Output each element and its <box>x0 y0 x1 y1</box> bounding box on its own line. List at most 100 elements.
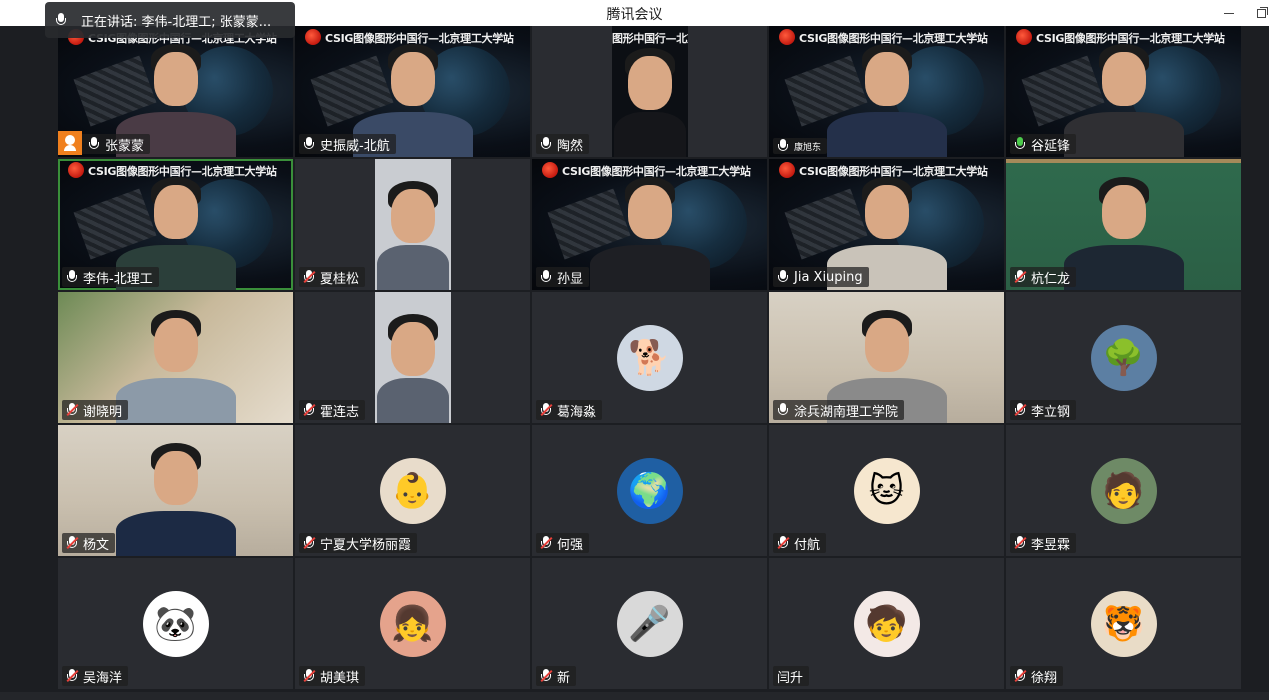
participant-name: 闫升 <box>777 670 804 686</box>
bottom-strip <box>0 692 1269 700</box>
kid-icon: 🧒 <box>853 590 920 657</box>
participant-tile[interactable]: 🧑 李昱霖 <box>1006 425 1241 556</box>
girl-icon: 👧 <box>379 590 446 657</box>
participant-nameplate: 陶然 <box>536 134 590 154</box>
participant-name: 李立钢 <box>1031 404 1071 420</box>
participant-tile[interactable]: 涂兵湖南理工学院 <box>769 292 1004 423</box>
microphone-icon <box>55 13 67 27</box>
participant-nameplate: 涂兵湖南理工学院 <box>773 400 905 420</box>
participant-tile[interactable]: 👶 宁夏大学杨丽霞 <box>295 425 530 556</box>
csig-logo <box>779 29 795 45</box>
microphone-muted-icon <box>1014 536 1027 550</box>
microphone-muted-icon <box>66 536 79 550</box>
participant-tile[interactable]: CSIG图像图形中国行—北京理工大学站 孙显 <box>532 159 767 290</box>
participant-nameplate: 李立钢 <box>1010 400 1077 420</box>
participant-nameplate: 康旭东 <box>773 138 828 154</box>
minimize-icon <box>1224 12 1234 14</box>
participant-name: Jia Xiuping <box>794 269 863 285</box>
lake-icon: 🌳 <box>1090 324 1157 391</box>
microphone-icon <box>777 139 789 153</box>
participant-tile[interactable]: CSIG图像图形中国行—北京理工大学站 张蒙蒙 <box>58 26 293 157</box>
participant-video <box>580 159 720 290</box>
microphone-icon <box>303 137 315 151</box>
singer-icon: 🎤 <box>616 590 683 657</box>
minimize-button[interactable] <box>1212 0 1246 26</box>
panda-icon: 🐼 <box>142 590 209 657</box>
participant-name: 徐翔 <box>1031 670 1058 686</box>
participant-tile[interactable]: 🎤 新 <box>532 558 767 689</box>
participant-name: 夏桂松 <box>320 271 360 287</box>
csig-logo <box>779 162 795 178</box>
participant-tile[interactable]: 🐱 付航 <box>769 425 1004 556</box>
cat-icon: 🐱 <box>853 457 920 524</box>
microphone-muted-icon <box>1014 669 1027 683</box>
participant-name: 吴海洋 <box>83 670 123 686</box>
participant-name: 杨文 <box>83 537 110 553</box>
microphone-muted-icon <box>540 403 553 417</box>
participant-tile[interactable]: 杭仁龙 <box>1006 159 1241 290</box>
microphone-muted-icon <box>540 536 553 550</box>
participant-tile[interactable]: 夏桂松 <box>295 159 530 290</box>
earth-icon: 🌍 <box>616 457 683 524</box>
participant-tile[interactable]: 🐕 葛海淼 <box>532 292 767 423</box>
microphone-icon <box>88 137 100 151</box>
participant-tile[interactable]: 🌍 何强 <box>532 425 767 556</box>
maximize-button[interactable] <box>1244 0 1269 26</box>
participant-nameplate: 杭仁龙 <box>1010 267 1077 287</box>
participant-tile[interactable]: 🐯 徐翔 <box>1006 558 1241 689</box>
participant-nameplate: 徐翔 <box>1010 666 1064 686</box>
participant-name: 何强 <box>557 537 584 553</box>
host-icon <box>58 131 82 155</box>
microphone-muted-icon <box>303 403 316 417</box>
baby-icon: 👶 <box>379 457 446 524</box>
participant-tile[interactable]: CSIG图像图形中国行—北京理工大学站 史振威-北航 <box>295 26 530 157</box>
video-stage: CSIG图像图形中国行—北京理工大学站 张蒙蒙 CSIG图像图形中国行—北京理工大学… <box>0 26 1269 700</box>
participant-name: 李昱霖 <box>1031 537 1071 553</box>
speaking-text: 正在讲话: 李伟-北理工; 张蒙蒙... <box>81 14 272 30</box>
participant-tile[interactable]: 杨文 <box>58 425 293 556</box>
participant-tile[interactable]: 🌳 李立钢 <box>1006 292 1241 423</box>
microphone-muted-icon <box>777 536 790 550</box>
csig-logo <box>1016 29 1032 45</box>
microphone-icon <box>1014 137 1026 151</box>
participant-tile[interactable]: CSIG图像图形中国行—北京理工大学站 谷延锋 <box>1006 26 1241 157</box>
microphone-muted-icon <box>66 669 79 683</box>
participant-tile[interactable]: 🐼 吴海洋 <box>58 558 293 689</box>
anime-icon: 🧑 <box>1090 457 1157 524</box>
participant-name: 杭仁龙 <box>1031 271 1071 287</box>
participant-tile[interactable]: CSIG图像图形中国行—北京理工大学站 李伟-北理工 <box>58 159 293 290</box>
participant-tile[interactable]: 🧒 闫升 <box>769 558 1004 689</box>
tiger-icon: 🐯 <box>1090 590 1157 657</box>
participant-name: 新 <box>557 670 571 686</box>
maximize-icon <box>1256 6 1268 18</box>
microphone-muted-icon <box>303 669 316 683</box>
participant-tile[interactable]: 图形中国行—北京陶然 <box>532 26 767 157</box>
participant-nameplate: 何强 <box>536 533 590 553</box>
participant-name: 孙显 <box>557 271 584 287</box>
participant-tile[interactable]: 👧 胡美琪 <box>295 558 530 689</box>
participant-nameplate: 宁夏大学杨丽霞 <box>299 533 418 553</box>
participant-name: 霍连志 <box>320 404 360 420</box>
participant-name: 胡美琪 <box>320 670 360 686</box>
participant-nameplate: 张蒙蒙 <box>58 131 151 155</box>
participant-name: 史振威-北航 <box>320 138 390 154</box>
microphone-muted-icon <box>1014 270 1027 284</box>
participant-name: 葛海淼 <box>557 404 597 420</box>
participant-nameplate: 史振威-北航 <box>299 134 396 154</box>
participant-name: 宁夏大学杨丽霞 <box>320 537 412 553</box>
participant-tile[interactable]: 谢晓明 <box>58 292 293 423</box>
participant-tile[interactable]: 霍连志 <box>295 292 530 423</box>
participant-name: 康旭东 <box>794 142 822 153</box>
speaking-indicator: 正在讲话: 李伟-北理工; 张蒙蒙... <box>45 2 295 38</box>
participant-video <box>580 26 720 157</box>
participant-nameplate: 胡美琪 <box>299 666 366 686</box>
participant-tile[interactable]: CSIG图像图形中国行—北京理工大学站 Jia Xiuping <box>769 159 1004 290</box>
participant-nameplate: 霍连志 <box>299 400 366 420</box>
participant-nameplate: Jia Xiuping <box>773 267 869 287</box>
participant-name: 陶然 <box>557 138 584 154</box>
participant-nameplate: 谷延锋 <box>1010 134 1077 154</box>
participant-tile[interactable]: CSIG图像图形中国行—北京理工大学站 康旭东 <box>769 26 1004 157</box>
participant-nameplate: 夏桂松 <box>299 267 366 287</box>
microphone-icon <box>777 403 789 417</box>
csig-logo <box>305 29 321 45</box>
